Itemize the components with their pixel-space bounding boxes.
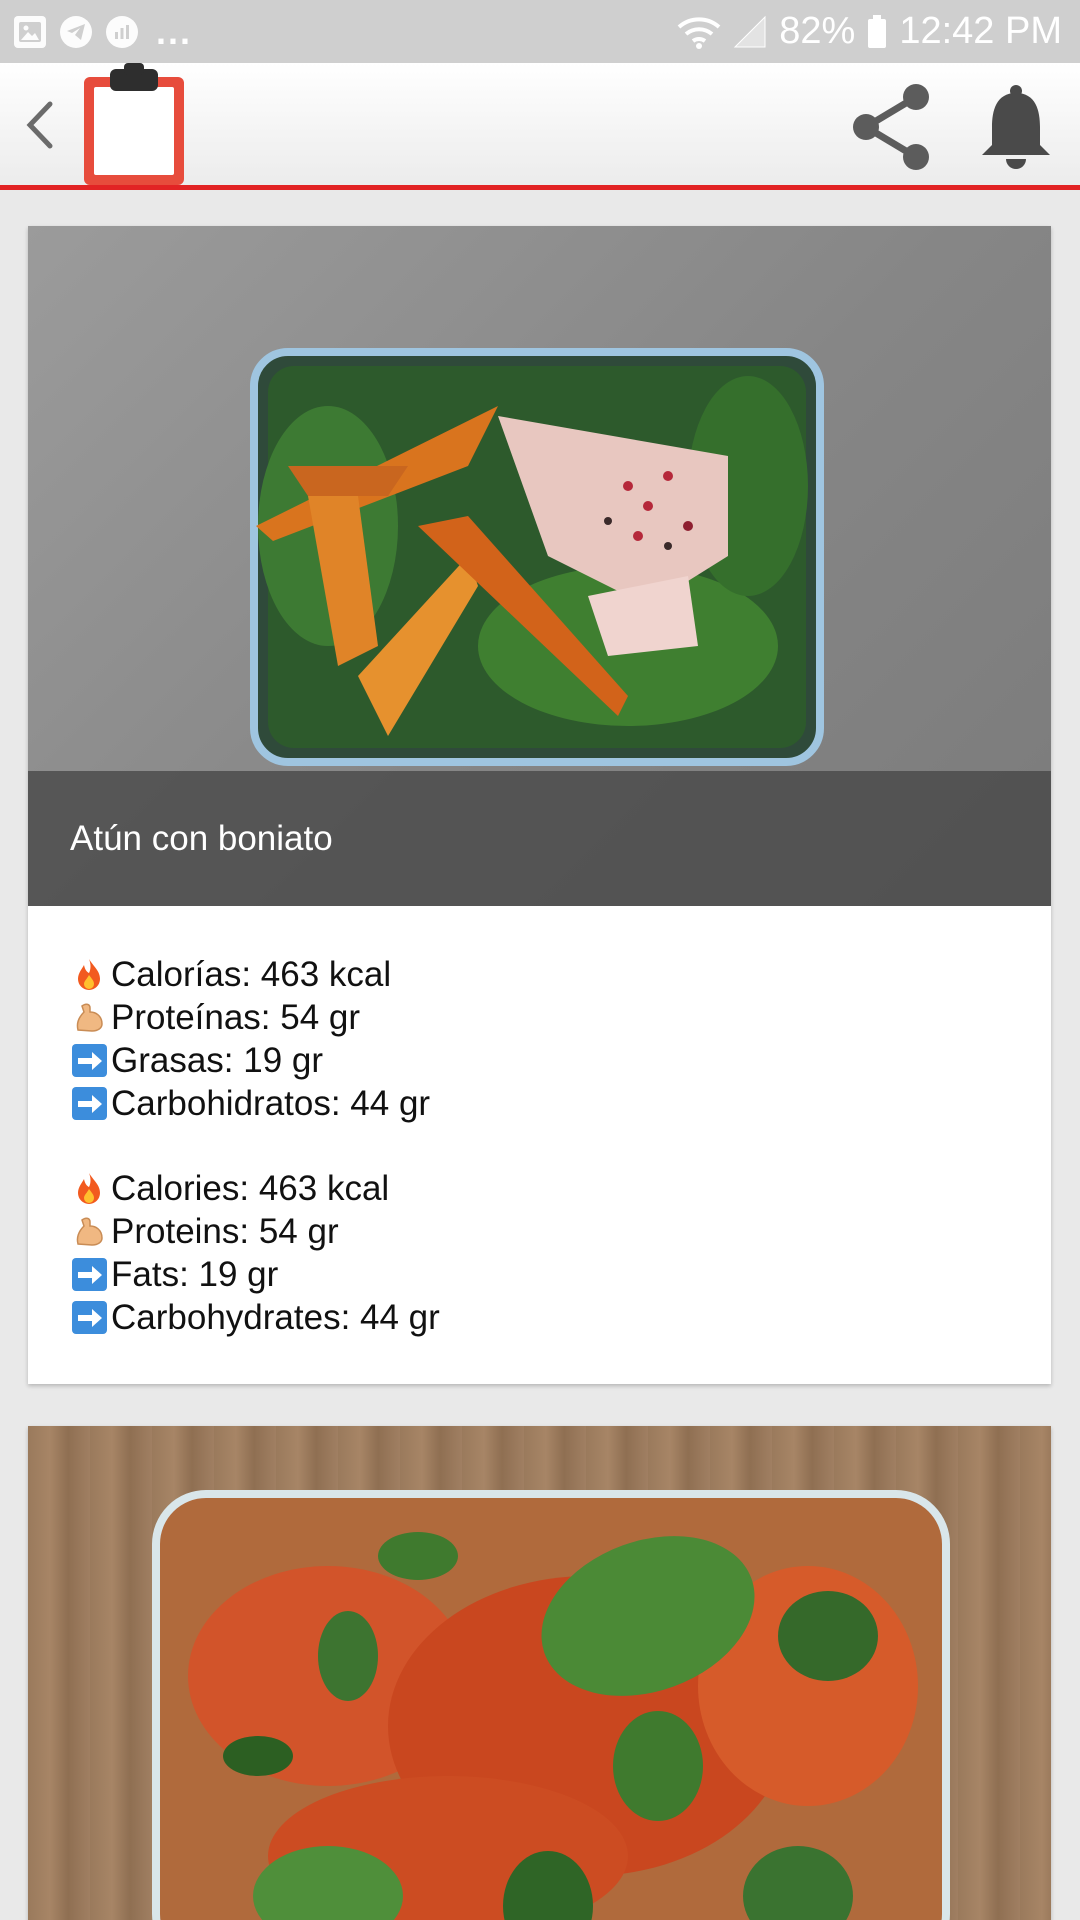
app-logo — [80, 63, 188, 190]
list-item: Proteins: 54 gr — [72, 1210, 1012, 1253]
bell-icon — [982, 85, 1050, 169]
status-bar: ... 82% 12:42 PM — [0, 0, 1080, 63]
recipe-card[interactable] — [28, 1426, 1051, 1920]
more-notifications: ... — [156, 10, 193, 52]
flexed-biceps-icon — [72, 1000, 107, 1035]
fire-icon — [72, 1171, 107, 1206]
battery-percent: 82% — [779, 10, 856, 52]
telegram-icon — [60, 15, 92, 48]
nutrition-spanish: Calorías: 463 kcal Proteínas: 54 gr Gras… — [72, 953, 1012, 1125]
recipe-card[interactable]: Atún con boniato Calorías: 463 kcal Prot… — [28, 226, 1051, 1384]
list-item: Calories: 463 kcal — [72, 1167, 1012, 1210]
right-arrow-icon — [72, 1301, 107, 1334]
calories-en: Calories: 463 kcal — [111, 1169, 390, 1208]
list-item: Calorías: 463 kcal — [72, 953, 1012, 996]
list-item: Carbohydrates: 44 gr — [72, 1296, 1012, 1339]
list-item: Proteínas: 54 gr — [72, 996, 1012, 1039]
fats-es: Grasas: 19 gr — [111, 1041, 324, 1080]
status-system: 82% 12:42 PM — [677, 10, 1062, 53]
carbs-en: Carbohydrates: 44 gr — [111, 1298, 440, 1337]
flexed-biceps-icon — [72, 1214, 107, 1249]
proteins-es: Proteínas: 54 gr — [111, 998, 361, 1037]
right-arrow-icon — [72, 1044, 107, 1077]
recipe-title: Atún con boniato — [70, 818, 333, 858]
notifications-button[interactable] — [976, 83, 1056, 171]
chart-icon — [106, 15, 138, 48]
list-item: Grasas: 19 gr — [72, 1039, 1012, 1082]
share-icon — [853, 84, 929, 170]
list-item: Fats: 19 gr — [72, 1253, 1012, 1296]
battery-icon — [867, 14, 887, 49]
image-icon — [14, 15, 46, 48]
chevron-left-icon — [26, 101, 53, 149]
fats-en: Fats: 19 gr — [111, 1255, 279, 1294]
calories-es: Calorías: 463 kcal — [111, 955, 392, 994]
proteins-en: Proteins: 54 gr — [111, 1212, 339, 1251]
back-button[interactable] — [14, 93, 64, 157]
signal-icon — [733, 15, 767, 49]
nutrition-english: Calories: 463 kcal Proteins: 54 gr Fats:… — [72, 1167, 1012, 1339]
recipe-photo — [28, 1426, 1051, 1920]
clock: 12:42 PM — [899, 10, 1062, 52]
app-bar — [0, 63, 1080, 190]
fire-icon — [72, 957, 107, 992]
carbs-es: Carbohidratos: 44 gr — [111, 1084, 431, 1123]
right-arrow-icon — [72, 1258, 107, 1291]
nutrition-info: Calorías: 463 kcal Proteínas: 54 gr Gras… — [72, 953, 1012, 1381]
status-notifications: ... — [14, 10, 193, 52]
right-arrow-icon — [72, 1087, 107, 1120]
share-button[interactable] — [846, 81, 938, 173]
wifi-icon — [677, 15, 721, 49]
recipe-title-band: Atún con boniato — [28, 771, 1051, 906]
clipboard-icon — [84, 63, 184, 185]
list-item: Carbohidratos: 44 gr — [72, 1082, 1012, 1125]
